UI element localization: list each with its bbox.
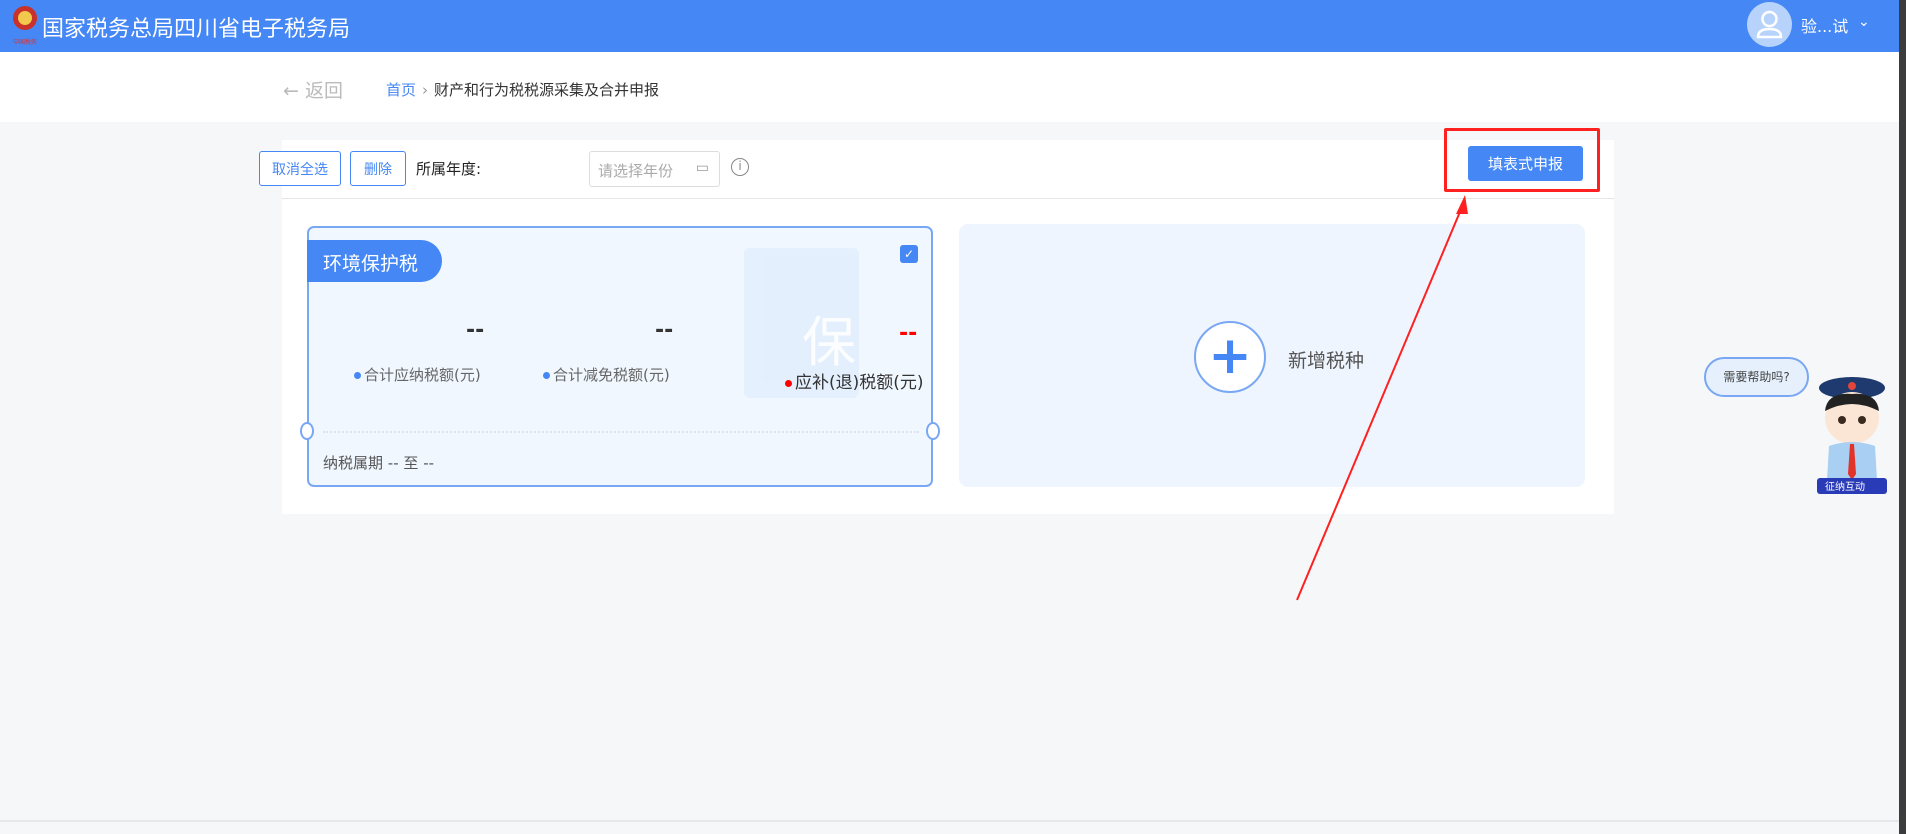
bottom-divider — [0, 820, 1899, 822]
annotation-arrow — [1296, 195, 1468, 601]
